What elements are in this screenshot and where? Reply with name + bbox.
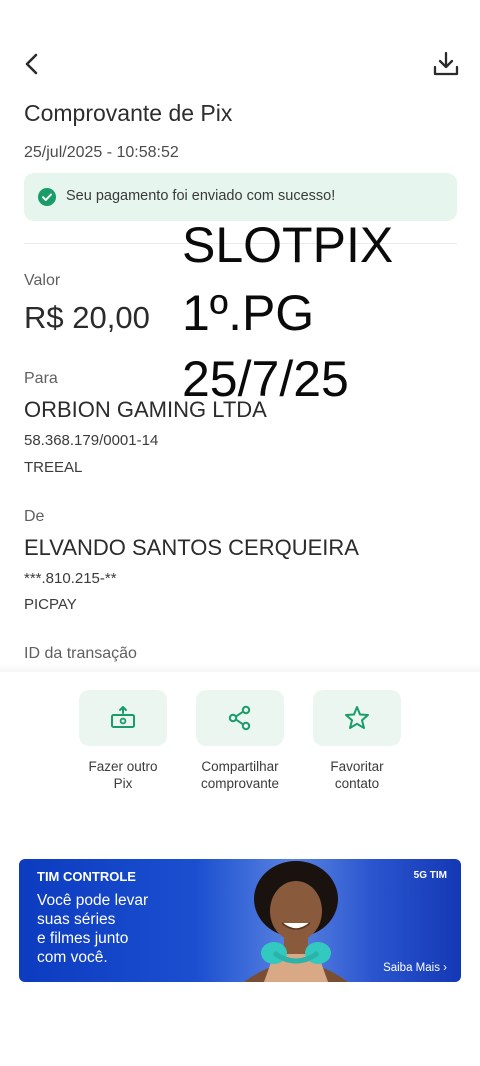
top-bar [0,44,480,84]
success-notice: Seu pagamento foi enviado com sucesso! [24,173,457,221]
recipient-institution: TREEAL [24,459,83,476]
payer-institution: PICPAY [24,596,77,613]
star-icon [345,706,369,729]
share-receipt-button[interactable]: Compartilhar comprovante [195,690,285,792]
banner-cta-link[interactable]: Saiba Mais › [383,962,447,974]
action-icon-container [196,690,284,746]
action-bar: Fazer outro Pix Compartilhar comprovante… [0,690,480,800]
payer-document: ***.810.215-** [24,570,117,587]
banner-copy: Você pode levar suas séries e filmes jun… [37,892,149,966]
transaction-datetime: 25/jul/2025 - 10:58:52 [24,144,179,161]
back-button[interactable] [18,48,48,80]
value-amount: R$ 20,00 [24,300,150,335]
recipient-document: 58.368.179/0001-14 [24,432,159,449]
scroll-fade [0,664,480,672]
download-button[interactable] [430,48,462,80]
chevron-right-icon: › [443,962,447,974]
action-icon-container [313,690,401,746]
person-with-headphones-image [244,861,348,982]
share-icon [228,705,251,731]
banner-badge: 5G TIM [413,870,447,881]
action-label: Favoritar contato [330,759,384,791]
transaction-id-label: ID da transação [24,645,137,662]
chevron-left-icon [25,53,38,75]
favorite-contact-button[interactable]: Favoritar contato [312,690,402,792]
make-another-pix-button[interactable]: Fazer outro Pix [78,690,168,792]
banner-cta-label: Saiba Mais [383,962,440,974]
action-label: Fazer outro Pix [88,759,158,791]
promo-banner[interactable]: TIM CONTROLE Você pode levar suas séries… [19,859,461,982]
banner-brand: TIM CONTROLE [37,869,136,884]
action-icon-container [79,690,167,746]
page-title: Comprovante de Pix [24,100,233,126]
value-label: Valor [24,272,61,289]
overlay-annotation-line2: 1º.PG [182,285,315,341]
check-circle-icon [38,188,56,206]
success-message: Seu pagamento foi enviado com sucesso! [66,188,336,204]
recipient-label: Para [24,370,58,387]
download-icon [433,51,459,76]
overlay-annotation-line3: 25/7/25 [182,351,349,407]
overlay-annotation-line1: SLOTPIX [182,217,394,273]
payer-name: ELVANDO SANTOS CERQUEIRA [24,535,359,560]
action-label: Compartilhar comprovante [200,759,280,791]
send-money-icon [111,706,135,728]
payer-label: De [24,508,45,525]
